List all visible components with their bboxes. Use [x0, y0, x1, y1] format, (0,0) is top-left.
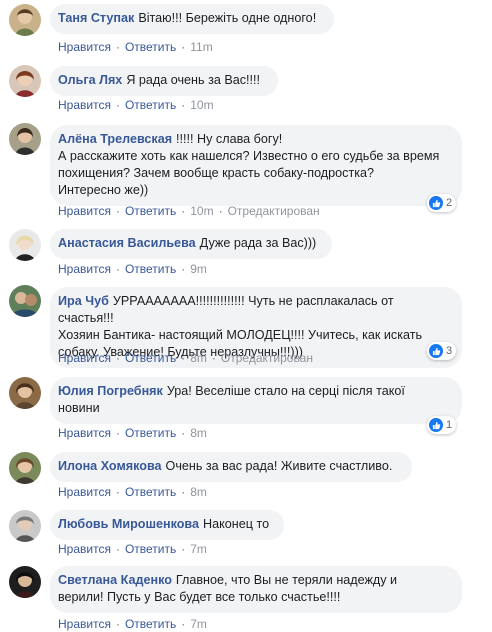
reaction-count[interactable]: 3: [427, 342, 457, 360]
comment-time[interactable]: 7m: [190, 617, 207, 631]
comment-time[interactable]: 8m: [190, 426, 207, 440]
comment-author[interactable]: Ира Чуб: [58, 294, 109, 308]
avatar[interactable]: [9, 229, 41, 261]
like-icon: [429, 418, 443, 432]
comment-time[interactable]: 10m: [190, 204, 213, 218]
comment-bubble: Ольга Лях Я рада очень за Вас!!!!: [50, 66, 278, 96]
like-link[interactable]: Нравится: [58, 204, 111, 218]
like-link[interactable]: Нравится: [58, 617, 111, 631]
avatar[interactable]: [9, 377, 41, 409]
comment-actions: Нравится · Ответить · 8m · Отредактирован: [58, 351, 313, 365]
like-link[interactable]: Нравится: [58, 98, 111, 112]
comment-text: Дуже рада за Вас))): [199, 236, 317, 250]
like-icon: [429, 196, 443, 210]
comment-actions: Нравится · Ответить · 11m: [58, 40, 213, 54]
like-icon: [429, 344, 443, 358]
comment-bubble: Алёна Трелевская!!!!! Ну слава богу! А р…: [50, 125, 462, 206]
reply-link[interactable]: Ответить: [125, 542, 176, 556]
comment-text: Очень за вас рада! Живите счастливо.: [165, 459, 393, 473]
like-link[interactable]: Нравится: [58, 542, 111, 556]
comment-bubble: Таня Ступак Вітаю!!! Бережіть одне одного…: [50, 4, 334, 34]
reply-link[interactable]: Ответить: [125, 426, 176, 440]
comment-bubble: Юлия Погребняк Ура! Веселіше стало на сер…: [50, 377, 462, 424]
reply-link[interactable]: Ответить: [125, 485, 176, 499]
reaction-number: 2: [446, 197, 453, 209]
comment-actions: Нравится · Ответить · 10m: [58, 98, 214, 112]
comment-actions: Нравится · Ответить · 7m: [58, 617, 207, 631]
edited-label[interactable]: Отредактирован: [221, 351, 313, 365]
comment-author[interactable]: Таня Ступак: [58, 11, 134, 25]
comment-time[interactable]: 8m: [190, 351, 207, 365]
comment-time[interactable]: 11m: [190, 40, 212, 54]
avatar[interactable]: [9, 285, 41, 317]
comment-author[interactable]: Любовь Мирошенкова: [58, 517, 199, 531]
reply-link[interactable]: Ответить: [125, 204, 176, 218]
avatar[interactable]: [9, 123, 41, 155]
comment-text: Наконец то: [203, 517, 270, 531]
avatar[interactable]: [9, 4, 41, 36]
avatar[interactable]: [9, 452, 41, 484]
comment-time[interactable]: 7m: [190, 542, 207, 556]
comment-author[interactable]: Алёна Трелевская: [58, 132, 172, 146]
avatar[interactable]: [9, 510, 41, 542]
reply-link[interactable]: Ответить: [125, 262, 176, 276]
reply-link[interactable]: Ответить: [125, 351, 176, 365]
comment-author[interactable]: Ольга Лях: [58, 73, 122, 87]
comment-bubble: Илона Хомякова Очень за вас рада! Живите …: [50, 452, 412, 482]
comment-actions: Нравится · Ответить · 7m: [58, 542, 207, 556]
reaction-number: 3: [446, 345, 453, 357]
like-link[interactable]: Нравится: [58, 426, 111, 440]
comment-time[interactable]: 8m: [190, 485, 207, 499]
comment-actions: Нравится · Ответить · 8m: [58, 426, 207, 440]
avatar[interactable]: [9, 566, 41, 598]
like-link[interactable]: Нравится: [58, 262, 111, 276]
avatar[interactable]: [9, 65, 41, 97]
like-link[interactable]: Нравится: [58, 485, 111, 499]
comment-text: Вітаю!!! Бережіть одне одного!: [138, 11, 317, 25]
reaction-count[interactable]: 2: [427, 194, 457, 212]
comment-text: Я рада очень за Вас!!!!: [126, 73, 261, 87]
like-link[interactable]: Нравится: [58, 351, 111, 365]
reply-link[interactable]: Ответить: [125, 98, 176, 112]
reply-link[interactable]: Ответить: [125, 617, 176, 631]
comment-bubble: Анастасия Васильева Дуже рада за Вас))): [50, 229, 332, 259]
like-link[interactable]: Нравится: [58, 40, 111, 54]
comment-time[interactable]: 9m: [190, 262, 207, 276]
edited-label[interactable]: Отредактирован: [228, 204, 320, 218]
comment-actions: Нравится · Ответить · 9m: [58, 262, 207, 276]
comment-author[interactable]: Светлана Каденко: [58, 573, 172, 587]
comment-author[interactable]: Илона Хомякова: [58, 459, 162, 473]
comment-author[interactable]: Юлия Погребняк: [58, 384, 163, 398]
comment-actions: Нравится · Ответить · 8m: [58, 485, 207, 499]
comment-actions: Нравится · Ответить · 10m · Отредактирован: [58, 204, 320, 218]
comment-bubble: Светлана Каденко Главное, что Вы не терял…: [50, 566, 462, 613]
comment-bubble: Любовь Мирошенкова Наконец то: [50, 510, 284, 540]
comment-author[interactable]: Анастасия Васильева: [58, 236, 196, 250]
reply-link[interactable]: Ответить: [125, 40, 176, 54]
comment-time[interactable]: 10m: [190, 98, 213, 112]
reaction-count[interactable]: 1: [427, 416, 457, 434]
reaction-number: 1: [446, 419, 453, 431]
